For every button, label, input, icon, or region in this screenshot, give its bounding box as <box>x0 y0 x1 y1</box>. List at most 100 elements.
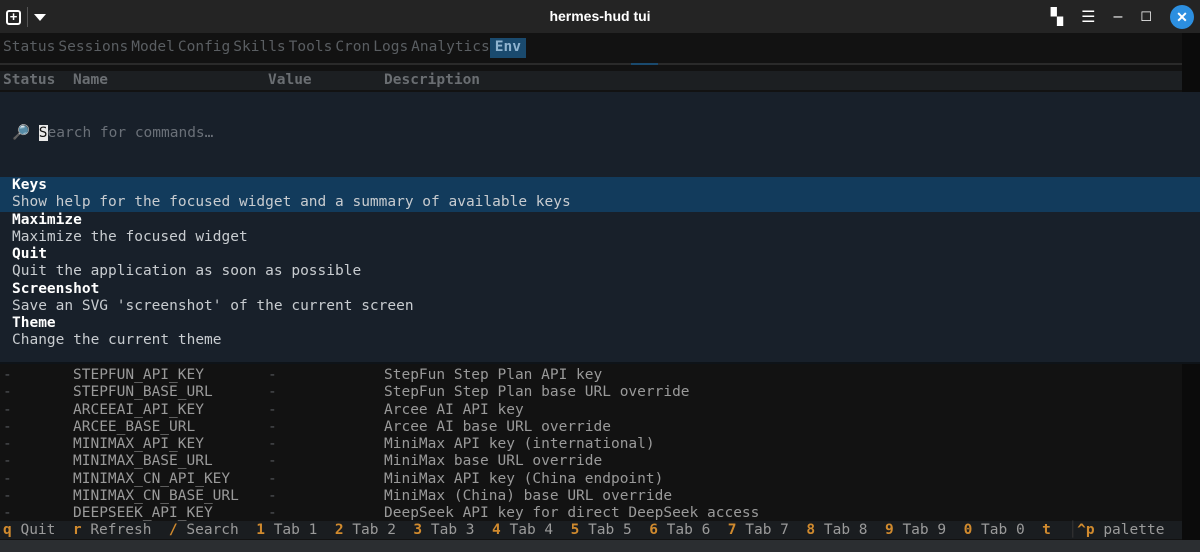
key-hint: 7 <box>727 522 737 538</box>
footer-key-tab-7[interactable]: 7 Tab 7 <box>728 522 789 538</box>
name-cell: MINIMAX_CN_BASE_URL <box>73 487 239 504</box>
table-row[interactable]: - MINIMAX_CN_API_KEY - MiniMax API key (Chi… <box>0 471 1182 488</box>
header-description[interactable]: Description <box>384 71 480 90</box>
footer-key-quit[interactable]: q Quit <box>3 522 55 538</box>
key-hint: 0 <box>963 522 973 538</box>
command-description: Show help for the focused widget and a s… <box>12 194 571 211</box>
tab-model[interactable]: Model <box>128 38 175 58</box>
status-cell: - <box>3 436 12 452</box>
tab-skills[interactable]: Skills <box>230 38 285 58</box>
description-cell: Arcee AI API key <box>384 401 524 418</box>
footer-key-tab-4[interactable]: 4 Tab 4 <box>492 522 553 538</box>
command-item-maximize[interactable]: Maximize Maximize the focused widget <box>0 212 1200 247</box>
footer-key-tab-5[interactable]: 5 Tab 5 <box>571 522 632 538</box>
description-cell: MiniMax (China) base URL override <box>384 487 673 504</box>
status-cell: - <box>3 505 12 521</box>
key-hint: 8 <box>806 522 816 538</box>
key-hint: q <box>3 522 12 538</box>
key-label: Tab 1 <box>273 522 318 538</box>
hamburger-menu-icon[interactable]: ☰ <box>1081 7 1095 27</box>
minimize-icon[interactable]: – <box>1113 8 1122 26</box>
name-cell: ARCEEAI_API_KEY <box>73 401 204 418</box>
command-item-keys[interactable]: Keys Show help for the focused widget and… <box>0 177 1200 212</box>
tab-analytics[interactable]: Analytics <box>408 38 490 58</box>
command-description: Maximize the focused widget <box>12 228 248 245</box>
value-cell: - <box>268 384 277 401</box>
close-icon[interactable]: ✕ <box>1170 5 1194 29</box>
status-cell: - <box>3 453 12 470</box>
command-item-quit[interactable]: Quit Quit the application as soon as poss… <box>0 246 1200 281</box>
status-cell: - <box>3 487 12 504</box>
maximize-icon[interactable]: ☐ <box>1140 9 1152 25</box>
key-label: Quit <box>20 522 56 538</box>
description-cell: Arcee AI base URL override <box>384 418 611 435</box>
key-label: Tab 4 <box>509 522 554 538</box>
header-status[interactable]: Status <box>3 71 55 90</box>
name-cell: ARCEE_BASE_URL <box>73 418 196 435</box>
footer-key-search[interactable]: / Search <box>169 522 239 538</box>
tab-logs[interactable]: Logs <box>370 38 408 58</box>
name-cell: MINIMAX_BASE_URL <box>73 453 213 470</box>
table-row[interactable]: - STEPFUN_BASE_URL - StepFun Step Plan base… <box>0 384 1182 401</box>
key-hint: 5 <box>570 522 580 538</box>
command-description: Save an SVG 'screenshot' of the current … <box>12 297 414 314</box>
value-cell: - <box>268 367 277 383</box>
table-row[interactable]: - MINIMAX_CN_BASE_URL - MiniMax (China) bas… <box>0 488 1182 505</box>
table-row[interactable]: - ARCEEAI_API_KEY - Arcee AI API key <box>0 402 1182 419</box>
key-hint: 1 <box>256 522 265 538</box>
key-hint: 9 <box>884 522 894 538</box>
command-name: Keys <box>12 177 47 193</box>
header-name[interactable]: Name <box>73 71 108 90</box>
command-search-input[interactable]: 🔎 Search for commands… <box>12 124 213 141</box>
value-cell: - <box>268 453 277 470</box>
key-label: Tab 7 <box>745 522 789 538</box>
footer-key-tab-9[interactable]: 9 Tab 9 <box>885 522 946 538</box>
key-hint: 4 <box>492 522 501 538</box>
footer-key-refresh[interactable]: r Refresh <box>73 522 152 538</box>
footer-key-tab-1[interactable]: 1 Tab 1 <box>256 522 317 538</box>
value-cell: - <box>268 470 277 487</box>
command-item-screenshot[interactable]: Screenshot Save an SVG 'screenshot' of th… <box>0 281 1200 316</box>
key-label: palette <box>1103 522 1165 538</box>
footer-key-tab-8[interactable]: 8 Tab 8 <box>806 522 867 538</box>
description-cell: StepFun Step Plan base URL override <box>384 384 690 401</box>
table-row[interactable]: - DEEPSEEK_API_KEY - DeepSeek API key for d… <box>0 505 1182 522</box>
footer-key-t[interactable]: t <box>1042 522 1051 538</box>
key-hint: ^p <box>1077 522 1095 538</box>
table-row[interactable]: - MINIMAX_BASE_URL - MiniMax base URL overr… <box>0 453 1182 470</box>
footer-key-tab-3[interactable]: 3 Tab 3 <box>413 522 474 538</box>
table-row[interactable]: - STEPFUN_API_KEY - StepFun Step Plan API k… <box>0 367 1182 384</box>
key-label: Refresh <box>90 522 152 538</box>
footer-key-tab-0[interactable]: 0 Tab 0 <box>964 522 1025 538</box>
tab-env[interactable]: Env <box>489 38 526 58</box>
footer-key-tab-6[interactable]: 6 Tab 6 <box>649 522 710 538</box>
tab-sessions[interactable]: Sessions <box>55 38 128 58</box>
tab-config[interactable]: Config <box>175 38 230 58</box>
table-row[interactable]: - MINIMAX_API_KEY - MiniMax API key (intern… <box>0 436 1182 453</box>
search-placeholder: earch for commands… <box>47 125 214 141</box>
env-table-body: - STEPFUN_API_KEY - StepFun Step Plan API k… <box>0 367 1182 522</box>
tab-status[interactable]: Status <box>0 38 55 58</box>
tab-tools[interactable]: Tools <box>286 38 333 58</box>
footer-key-tab-2[interactable]: 2 Tab 2 <box>335 522 396 538</box>
key-hint: 3 <box>413 522 423 538</box>
status-cell: - <box>3 470 12 487</box>
key-hint: 6 <box>649 522 658 538</box>
tab-cron[interactable]: Cron <box>332 38 370 58</box>
value-cell: - <box>268 418 277 435</box>
key-label: Tab 6 <box>666 522 711 538</box>
status-cell: - <box>3 367 12 383</box>
grid-icon[interactable]: ▚ <box>1051 7 1063 27</box>
header-value[interactable]: Value <box>268 71 312 90</box>
name-cell: MINIMAX_API_KEY <box>73 436 204 452</box>
command-name: Theme <box>12 315 56 331</box>
key-hint: 2 <box>334 522 344 538</box>
footer-key-palette[interactable]: ^p palette <box>1077 522 1164 538</box>
key-label: Tab 8 <box>823 522 868 538</box>
command-description: Quit the application as soon as possible <box>12 263 362 280</box>
table-row[interactable]: - ARCEE_BASE_URL - Arcee AI base URL overri… <box>0 419 1182 436</box>
key-label: Tab 5 <box>588 522 632 538</box>
key-label: Tab 2 <box>352 522 396 538</box>
command-item-theme[interactable]: Theme Change the current theme <box>0 315 1200 350</box>
command-name: Screenshot <box>12 280 100 297</box>
